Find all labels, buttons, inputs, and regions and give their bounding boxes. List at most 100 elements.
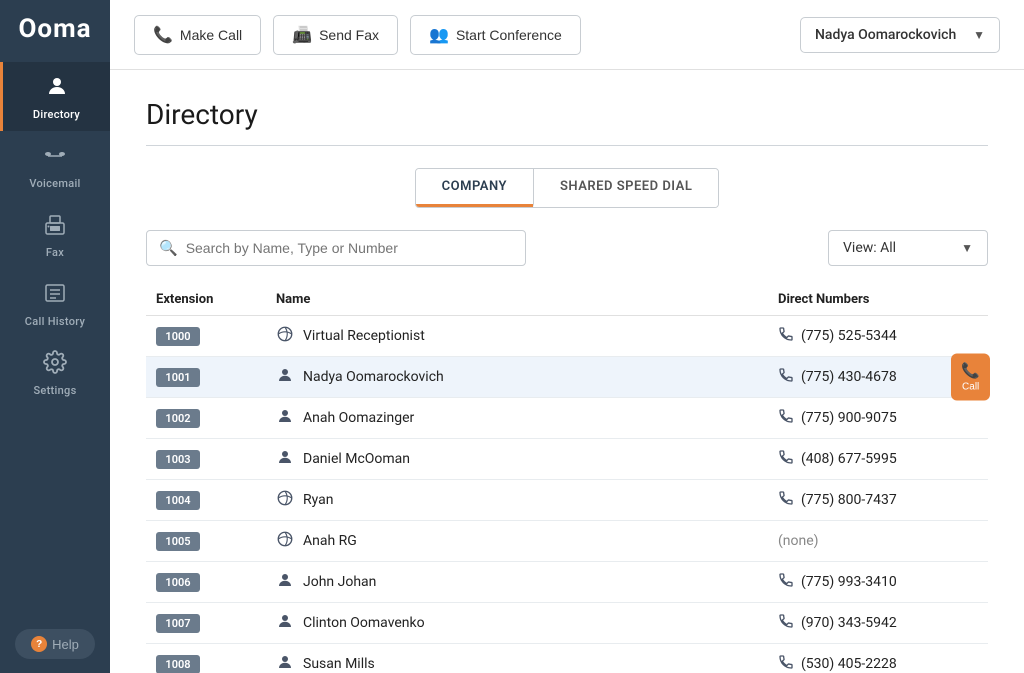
sidebar-bottom: ? Help <box>0 615 110 673</box>
phone-number: (775) 900-9075 <box>801 410 897 426</box>
phone-number: (775) 525-5344 <box>801 328 897 344</box>
phone-icon <box>778 367 794 387</box>
phone-number: (775) 800-7437 <box>801 492 897 508</box>
logo-text: Ooma <box>18 14 91 44</box>
callhistory-icon <box>43 281 67 311</box>
phone-icon <box>778 326 794 346</box>
phone-number: (530) 405-2228 <box>801 656 897 672</box>
search-input[interactable] <box>186 240 513 256</box>
virtual-icon <box>276 489 294 511</box>
settings-icon <box>43 350 67 380</box>
cell-extension: 1004 <box>146 480 266 521</box>
sidebar-label-fax: Fax <box>46 246 64 259</box>
cell-phone: (775) 800-7437 <box>768 480 988 521</box>
extension-badge: 1002 <box>156 409 200 428</box>
no-phone: (none) <box>778 533 819 549</box>
extension-badge: 1003 <box>156 450 200 469</box>
phone-number: (775) 993-3410 <box>801 574 897 590</box>
phone-icon <box>778 490 794 510</box>
cell-extension: 1008 <box>146 644 266 673</box>
cell-name: John Johan <box>266 562 768 603</box>
extension-badge: 1000 <box>156 327 200 346</box>
cell-phone: (none) <box>768 521 988 562</box>
view-chevron-down-icon: ▼ <box>961 241 973 255</box>
make-call-button[interactable]: 📞 Make Call <box>134 15 261 55</box>
sidebar-item-voicemail[interactable]: Voicemail <box>0 131 110 200</box>
person-name: Ryan <box>303 492 334 508</box>
sidebar-item-settings[interactable]: Settings <box>0 338 110 407</box>
sidebar-nav: Directory Voicemail Fax <box>0 62 110 407</box>
sidebar-item-fax[interactable]: Fax <box>0 200 110 269</box>
search-box: 🔍 <box>146 230 526 266</box>
search-row: 🔍 View: All ▼ <box>146 230 988 266</box>
phone-icon: 📞 <box>153 25 173 45</box>
person-name: Virtual Receptionist <box>303 328 425 344</box>
phone-number: (775) 430-4678 <box>801 369 897 385</box>
table-row: 1002 Anah Oomazinger (775) 900-9075 <box>146 398 988 439</box>
col-header-direct: Direct Numbers <box>768 286 988 316</box>
person-name: Susan Mills <box>303 656 375 672</box>
table-body: 1000 Virtual Receptionist (775) 525-5344 10… <box>146 316 988 673</box>
table-row: 1006 John Johan (775) 993-3410 <box>146 562 988 603</box>
extension-badge: 1006 <box>156 573 200 592</box>
sidebar-item-directory[interactable]: Directory <box>0 62 110 131</box>
cell-name: Anah Oomazinger <box>266 398 768 439</box>
phone-icon <box>778 408 794 428</box>
person-icon <box>276 612 294 634</box>
call-button[interactable]: 📞Call <box>951 353 990 400</box>
cell-phone: (775) 993-3410 <box>768 562 988 603</box>
tabs: COMPANY SHARED SPEED DIAL <box>415 168 720 208</box>
chevron-down-icon: ▼ <box>973 28 985 42</box>
conference-icon: 👥 <box>429 25 449 45</box>
table-row: 1001Nadya Oomarockovich(775) 430-4678📞Ca… <box>146 357 988 398</box>
help-icon: ? <box>31 636 47 652</box>
person-name: Clinton Oomavenko <box>303 615 425 631</box>
sidebar-label-callhistory: Call History <box>25 315 85 328</box>
cell-extension: 1002 <box>146 398 266 439</box>
help-button[interactable]: ? Help <box>15 629 95 659</box>
phone-number: (970) 343-5942 <box>801 615 897 631</box>
table-row: 1007 Clinton Oomavenko (970) 343-5942 <box>146 603 988 644</box>
phone-icon <box>778 613 794 633</box>
person-name: Anah Oomazinger <box>303 410 414 426</box>
virtual-icon <box>276 530 294 552</box>
person-name: John Johan <box>303 574 376 590</box>
extension-badge: 1005 <box>156 532 200 551</box>
start-conference-button[interactable]: 👥 Start Conference <box>410 15 581 55</box>
table-row: 1008 Susan Mills (530) 405-2228 <box>146 644 988 673</box>
cell-name: Nadya Oomarockovich <box>266 357 768 398</box>
col-header-extension: Extension <box>146 286 266 316</box>
cell-name: Susan Mills <box>266 644 768 673</box>
cell-name: Virtual Receptionist <box>266 316 768 357</box>
person-name: Nadya Oomarockovich <box>303 369 444 385</box>
cell-extension: 1001 <box>146 357 266 398</box>
search-icon: 🔍 <box>159 239 178 257</box>
table-row: 1005 Anah RG (none) <box>146 521 988 562</box>
user-dropdown[interactable]: Nadya Oomarockovich ▼ <box>800 17 1000 53</box>
fax-icon <box>43 212 67 242</box>
table-row: 1004 Ryan (775) 800-7437 <box>146 480 988 521</box>
divider <box>146 145 988 146</box>
send-fax-button[interactable]: 📠 Send Fax <box>273 15 398 55</box>
tab-company[interactable]: COMPANY <box>416 169 533 207</box>
col-header-name: Name <box>266 286 768 316</box>
tab-speed-dial[interactable]: SHARED SPEED DIAL <box>533 169 718 207</box>
make-call-label: Make Call <box>180 27 242 43</box>
cell-phone: (970) 343-5942 <box>768 603 988 644</box>
voicemail-icon <box>43 143 67 173</box>
extension-badge: 1007 <box>156 614 200 633</box>
person-icon <box>276 366 294 388</box>
fax-topbar-icon: 📠 <box>292 25 312 45</box>
view-dropdown[interactable]: View: All ▼ <box>828 230 988 266</box>
cell-extension: 1007 <box>146 603 266 644</box>
person-name: Anah RG <box>303 533 357 549</box>
sidebar: Ooma Directory Voicemail <box>0 0 110 673</box>
phone-number: (408) 677-5995 <box>801 451 897 467</box>
cell-phone: (408) 677-5995 <box>768 439 988 480</box>
sidebar-label-voicemail: Voicemail <box>29 177 80 190</box>
directory-table: Extension Name Direct Numbers 1000 Virtua… <box>146 286 988 673</box>
start-conference-label: Start Conference <box>456 27 562 43</box>
sidebar-item-callhistory[interactable]: Call History <box>0 269 110 338</box>
cell-phone: (530) 405-2228 <box>768 644 988 673</box>
table-header: Extension Name Direct Numbers <box>146 286 988 316</box>
